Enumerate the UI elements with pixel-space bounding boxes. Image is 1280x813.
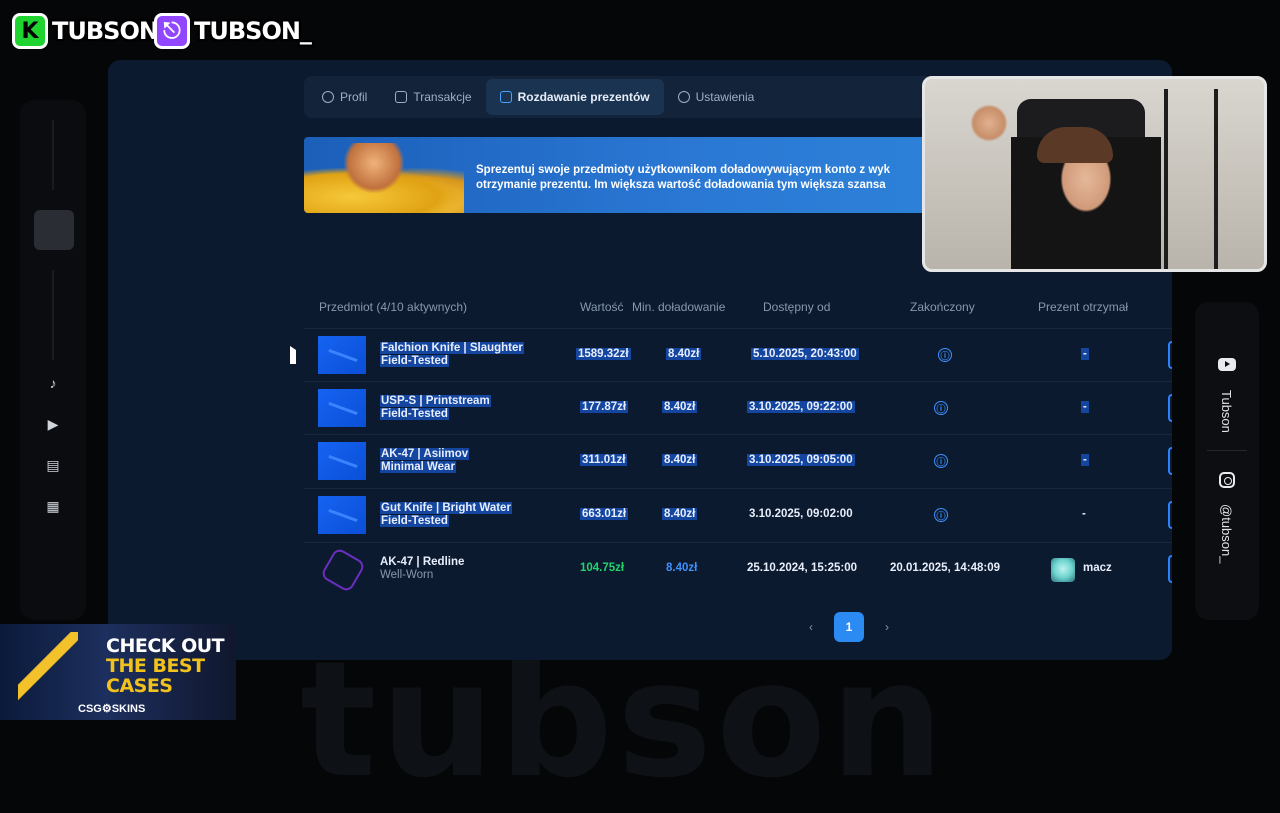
item-value: 1589.32zł [576,348,631,360]
twitch-username: TUBSON_ [194,17,312,45]
film-icon[interactable]: ▤ [42,454,64,476]
tab-bar: Profil Transakcje Rozdawanie prezentów U… [304,76,944,118]
youtube-icon [1218,358,1236,371]
image-icon[interactable]: ▦ [42,495,64,517]
table-row[interactable]: Gut Knife | Bright Water Field-Tested 663… [304,488,1172,541]
item-value: 311.01zł [580,454,628,466]
row-action-button[interactable] [1168,501,1172,529]
divider [52,270,54,360]
header-value: Wartość [580,300,624,314]
tab-profile[interactable]: Profil [308,79,381,115]
pagination: ‹ 1 › [796,612,902,642]
table-row[interactable]: USP-S | Printstream Field-Tested 177.87zł… [304,381,1172,434]
table-row[interactable]: AK-47 | Asiimov Minimal Wear 311.01zł 8.4… [304,434,1172,487]
item-value: 177.87zł [580,401,629,413]
min-topup: 8.40zł [662,508,698,520]
tab-giveaways[interactable]: Rozdawanie prezentów [485,79,664,115]
row-action-button[interactable] [1168,394,1172,422]
instagram-icon [1219,472,1235,488]
item-image [318,496,366,534]
available-date: 25.10.2024, 15:25:00 [747,562,857,574]
available-date: 5.10.2025, 20:43:00 [751,348,859,360]
mouse-cursor [290,346,296,364]
recipient-avatar [1051,558,1075,582]
item-image [318,389,366,427]
min-topup: 8.40zł [662,401,698,413]
header-item: Przedmiot (4/10 aktywnych) [319,300,468,314]
youtube-handle: Tubson [1219,390,1234,433]
item-value: 104.75zł [580,562,625,574]
recipient: - [1081,401,1089,413]
kick-badge: K TUBSON [12,10,159,52]
item-image [318,336,366,374]
item-name: Gut Knife | Bright Water Field-Tested [380,502,512,527]
background-watermark: tubson [300,626,948,813]
divider [52,120,54,190]
item-image [318,442,366,480]
row-action-button[interactable] [1168,447,1172,475]
info-icon[interactable]: ⓘ [938,348,952,362]
knife-illustration [18,632,78,702]
webcam-shelf [1164,89,1218,269]
next-page-button[interactable]: › [872,612,902,642]
prev-page-button[interactable]: ‹ [796,612,826,642]
info-icon[interactable]: ⓘ [934,401,948,415]
video-icon[interactable]: ▶ [42,413,64,435]
item-name: AK-47 | Redline Well-Worn [380,556,465,581]
recipient: - [1081,348,1089,360]
item-name: Falchion Knife | Slaughter Field-Tested [380,342,524,367]
twitch-icon: ⎋ [154,13,190,49]
header-recipient: Prezent otrzymał [1038,300,1129,314]
table-row[interactable]: Falchion Knife | Slaughter Field-Tested 1… [304,328,1172,381]
available-date: 3.10.2025, 09:02:00 [749,508,853,520]
kick-username: TUBSON [52,17,159,45]
gear-icon [677,91,690,103]
table-row[interactable]: AK-47 | Redline Well-Worn 104.75zł 8.40zł… [304,542,1172,595]
banner-text: Sprezentuj swoje przedmioty użytkownikom… [476,164,891,191]
webcam-guest [965,103,1013,143]
social-rail: Tubson @tubson_ [1195,302,1259,620]
ended-date: 20.01.2025, 14:48:09 [890,562,1000,574]
header-available: Dostępny od [763,300,831,314]
min-topup: 8.40zł [662,454,698,466]
promo-brand: CSG⚙SKINS [78,703,146,715]
header-min-topup: Min. doładowanie [632,300,726,314]
info-banner: Sprezentuj swoje przedmioty użytkownikom… [304,137,944,213]
row-action-button[interactable] [1168,555,1172,583]
promo-text: CHECK OUT THE BEST CASES [106,635,225,697]
twitch-badge: ⎋ TUBSON_ [154,10,312,52]
item-value: 663.01zł [580,508,629,520]
info-icon[interactable]: ⓘ [934,454,948,468]
tab-transactions[interactable]: Transakcje [381,79,485,115]
min-topup: 8.40zł [666,348,702,360]
tab-settings[interactable]: Ustawienia [664,79,769,115]
row-action-button[interactable] [1168,341,1172,369]
header-ended: Zakończony [910,300,975,314]
recipient: macz [1083,562,1112,574]
divider [1207,450,1247,451]
available-date: 3.10.2025, 09:05:00 [747,454,855,466]
item-name: AK-47 | Asiimov Minimal Wear [380,448,470,473]
left-sidebar: ♪ ▶ ▤ ▦ [20,100,86,620]
min-topup: 8.40zł [666,562,698,574]
item-name: USP-S | Printstream Field-Tested [380,395,491,420]
gift-icon [499,91,512,103]
user-icon [322,91,334,103]
user-avatar[interactable] [34,210,74,250]
music-icon[interactable]: ♪ [42,372,64,394]
promo-banner: CHECK OUT THE BEST CASES CSG⚙SKINS [0,624,236,720]
recipient: - [1082,508,1086,520]
webcam-hair [1037,127,1113,163]
info-icon[interactable]: ⓘ [934,508,948,522]
kick-icon: K [12,13,48,49]
item-rarity-icon [319,546,367,594]
wallet-icon [395,91,408,103]
character-illustration [344,143,404,193]
instagram-handle: @tubson_ [1219,504,1234,564]
recipient: - [1081,454,1089,466]
available-date: 3.10.2025, 09:22:00 [747,401,855,413]
webcam-overlay [922,76,1267,272]
page-1-button[interactable]: 1 [834,612,864,642]
